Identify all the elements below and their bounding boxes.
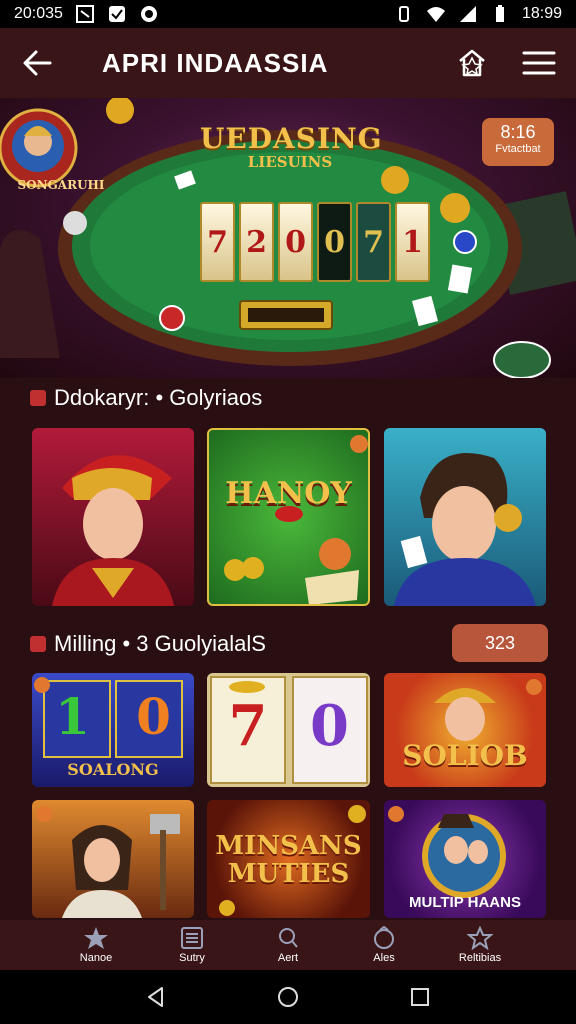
system-recents-icon[interactable] <box>408 985 432 1009</box>
section-icon <box>30 636 46 652</box>
status-time: 20:035 <box>14 5 63 22</box>
notification-icon <box>75 5 94 23</box>
dealer-character-image <box>394 453 536 606</box>
nav-item-label: Sutry <box>179 952 205 964</box>
battery-icon <box>495 5 504 22</box>
game-tile-hanoy[interactable]: HANOY <box>207 428 370 606</box>
signal-icon <box>459 6 476 22</box>
tile-label: MULTIP HAANS <box>409 894 521 911</box>
hero-title-line1: UEDASING <box>200 122 383 155</box>
timer-label: Fvtactbat <box>495 143 541 155</box>
star-icon <box>84 927 108 949</box>
hero-banner[interactable]: SONGARUHI 8:16 Fvtactbat UEDASING LIESUI… <box>0 98 576 378</box>
game-tile-dealer[interactable] <box>384 428 546 606</box>
check-icon <box>108 6 125 22</box>
wifi-icon <box>426 7 445 22</box>
reel-digit: 7 <box>228 693 268 759</box>
hero-title-line2: LIESUINS <box>247 153 333 171</box>
reel-digit: 0 <box>136 687 171 746</box>
search-icon <box>279 928 298 948</box>
slot-reels: 7 2 0 0 7 1 <box>200 202 430 282</box>
slot-reel: 7 <box>356 202 391 282</box>
section-header-1: Ddokaryr: • Golyriaos <box>0 380 576 416</box>
reel-digit: 1 <box>55 687 90 746</box>
timer-badge: 8:16 Fvtactbat <box>482 118 554 166</box>
section-title: Ddokaryr: • Golyriaos <box>54 385 263 410</box>
count-badge[interactable]: 323 <box>452 624 548 662</box>
avatar-caption: SONGARUHI <box>17 178 105 192</box>
system-back-icon[interactable] <box>144 985 168 1009</box>
menu-icon[interactable] <box>522 50 556 76</box>
nav-item-favorites[interactable]: Ales <box>344 926 424 964</box>
app-bar: APRI INDAASSIA <box>0 28 576 98</box>
section-title: Milling • 3 GuolyialalS <box>54 631 266 656</box>
status-right-time: 18:99 <box>521 5 562 22</box>
hero-title: UEDASING LIESUINS <box>200 122 383 171</box>
sync-icon <box>140 6 157 22</box>
trophy-icon <box>467 926 493 950</box>
nav-item-label: Reltibias <box>458 952 502 964</box>
nav-item-label: Ales <box>373 952 395 964</box>
coins-image <box>219 805 366 916</box>
game-tile-minsans[interactable]: MINSANS MUTIES <box>207 800 370 918</box>
status-bar: 20:035 18:99 <box>0 0 576 28</box>
vibrate-icon <box>398 6 409 22</box>
warrior-character-image <box>36 806 180 918</box>
section-icon <box>30 390 46 406</box>
reel-digit: 0 <box>310 693 349 759</box>
nav-item-label: Aert <box>277 952 299 964</box>
bottom-nav: Nanoe Sutry Aert Ales Reltibias <box>0 920 576 970</box>
slot-reel: 7 <box>200 202 235 282</box>
game-tile-soalong[interactable]: 1 0 SOALONG <box>32 673 194 787</box>
back-arrow-icon[interactable] <box>20 48 54 78</box>
slot-reel: 0 <box>317 202 352 282</box>
jester-character-image <box>52 455 174 606</box>
game-tile-jester[interactable] <box>32 428 194 606</box>
slot-reel: 2 <box>239 202 274 282</box>
nav-item-label: Nanoe <box>79 952 113 964</box>
cherries-and-cat-image <box>224 435 368 604</box>
game-tile-hammer[interactable] <box>32 800 194 918</box>
system-home-icon[interactable] <box>276 985 300 1009</box>
nav-item-rewards[interactable]: Reltibias <box>440 926 520 964</box>
game-tile-soliob[interactable]: SOLIOB <box>384 673 546 787</box>
timer-time: 8:16 <box>500 122 536 142</box>
tile-label: SOLIOB <box>402 739 528 772</box>
slot-reel: 1 <box>395 202 430 282</box>
system-nav-bar <box>0 970 576 1024</box>
game-tile-multip[interactable]: MULTIP HAANS <box>384 800 546 918</box>
nav-item-home[interactable]: Nanoe <box>56 926 136 964</box>
list-icon <box>181 927 203 949</box>
slot-reel: 0 <box>278 202 313 282</box>
nav-item-story[interactable]: Sutry <box>152 926 232 964</box>
nav-item-search[interactable]: Aert <box>248 926 328 964</box>
share-icon[interactable] <box>456 47 488 79</box>
app-title: APRI INDAASSIA <box>102 47 329 78</box>
heart-icon <box>374 926 394 949</box>
game-tile-slot-70[interactable]: 7 0 <box>207 673 370 787</box>
tile-label: SOALONG <box>67 760 159 779</box>
